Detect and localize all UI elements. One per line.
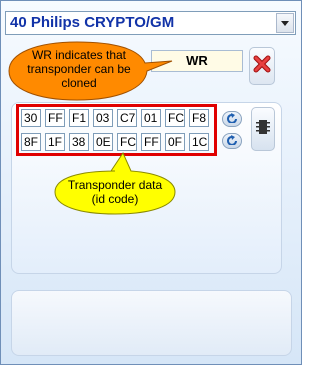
refresh-arrow-icon [226, 110, 238, 128]
data-cell-r1c3[interactable]: F1 [69, 109, 89, 127]
chip-icon [256, 118, 270, 141]
transponder-type-select[interactable]: 40 Philips CRYPTO/GM [5, 11, 296, 35]
status-panel [11, 290, 292, 356]
data-cell-r1c8[interactable]: F8 [189, 109, 209, 127]
red-x-icon [253, 55, 271, 78]
wr-callout: WR indicates that transponder can be clo… [7, 39, 177, 103]
data-cell-r2c2[interactable]: 1F [45, 133, 65, 151]
data-cell-r1c5[interactable]: C7 [117, 109, 137, 127]
refresh-row2-button[interactable] [222, 133, 242, 149]
clear-button[interactable] [249, 47, 275, 85]
read-chip-button[interactable] [251, 107, 275, 151]
data-cell-r1c1[interactable]: 30 [21, 109, 41, 127]
refresh-row1-button[interactable] [222, 111, 242, 127]
chevron-down-icon[interactable] [276, 13, 294, 33]
data-cell-r2c6[interactable]: FF [141, 133, 161, 151]
data-cell-r2c7[interactable]: 0F [165, 133, 185, 151]
data-callout: Transponder data (id code) [51, 151, 179, 217]
data-cell-r1c4[interactable]: 03 [93, 109, 113, 127]
data-callout-line1: Transponder data [67, 178, 163, 192]
data-cell-r1c7[interactable]: FC [165, 109, 185, 127]
wr-callout-line3: cloned [61, 76, 97, 90]
data-cell-r2c8[interactable]: 1C [189, 133, 209, 151]
data-cell-r1c6[interactable]: 01 [141, 109, 161, 127]
data-cell-r2c4[interactable]: 0E [93, 133, 113, 151]
data-cell-r2c5[interactable]: FC [117, 133, 137, 151]
wr-callout-line2: transponder can be [27, 62, 131, 76]
refresh-arrow-icon [226, 132, 238, 150]
transponder-type-value: 40 Philips CRYPTO/GM [10, 14, 175, 31]
wr-callout-line1: WR indicates that [31, 48, 127, 62]
data-cell-r1c2[interactable]: FF [45, 109, 65, 127]
data-cell-r2c3[interactable]: 38 [69, 133, 89, 151]
data-callout-line2: (id code) [91, 192, 139, 206]
data-cell-r2c1[interactable]: 8F [21, 133, 41, 151]
window-frame: 40 Philips CRYPTO/GM WR 30 FF F1 03 C7 0… [0, 0, 302, 365]
